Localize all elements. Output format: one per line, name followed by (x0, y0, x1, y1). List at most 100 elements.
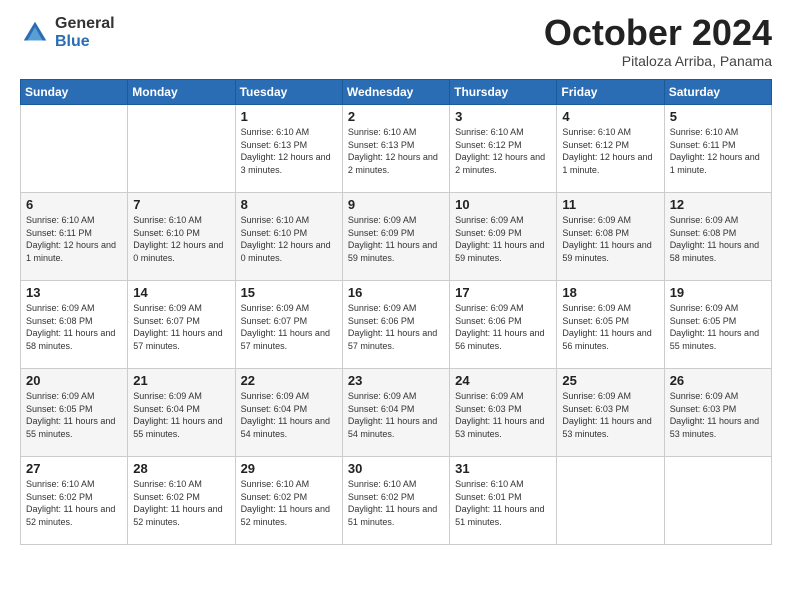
day-number: 22 (241, 373, 337, 388)
day-info: Sunrise: 6:09 AM Sunset: 6:09 PM Dayligh… (455, 214, 551, 264)
day-info: Sunrise: 6:09 AM Sunset: 6:03 PM Dayligh… (670, 390, 766, 440)
day-number: 21 (133, 373, 229, 388)
day-number: 8 (241, 197, 337, 212)
day-info: Sunrise: 6:10 AM Sunset: 6:13 PM Dayligh… (348, 126, 444, 176)
title-block: October 2024 Pitaloza Arriba, Panama (544, 15, 772, 69)
calendar-empty-cell (664, 457, 771, 545)
day-number: 16 (348, 285, 444, 300)
logo-icon (20, 18, 50, 48)
day-number: 12 (670, 197, 766, 212)
calendar-day-14: 14 Sunrise: 6:09 AM Sunset: 6:07 PM Dayli… (128, 281, 235, 369)
calendar-day-28: 28 Sunrise: 6:10 AM Sunset: 6:02 PM Dayli… (128, 457, 235, 545)
calendar-day-27: 27 Sunrise: 6:10 AM Sunset: 6:02 PM Dayli… (21, 457, 128, 545)
day-number: 15 (241, 285, 337, 300)
calendar-day-17: 17 Sunrise: 6:09 AM Sunset: 6:06 PM Dayli… (450, 281, 557, 369)
calendar-week-row: 6 Sunrise: 6:10 AM Sunset: 6:11 PM Daylig… (21, 193, 772, 281)
day-number: 10 (455, 197, 551, 212)
day-number: 2 (348, 109, 444, 124)
day-number: 20 (26, 373, 122, 388)
calendar-week-row: 27 Sunrise: 6:10 AM Sunset: 6:02 PM Dayli… (21, 457, 772, 545)
calendar-day-21: 21Sunrise: 6:09 AM Sunset: 6:04 PM Dayli… (128, 369, 235, 457)
logo: General Blue (20, 15, 115, 50)
calendar-day-20: 20 Sunrise: 6:09 AM Sunset: 6:05 PM Dayli… (21, 369, 128, 457)
day-info: Sunrise: 6:09 AM Sunset: 6:07 PM Dayligh… (133, 302, 229, 352)
weekday-header-row: SundayMondayTuesdayWednesdayThursdayFrid… (21, 80, 772, 105)
day-number: 24 (455, 373, 551, 388)
header: General Blue October 2024 Pitaloza Arrib… (20, 15, 772, 69)
day-info: Sunrise: 6:09 AM Sunset: 6:08 PM Dayligh… (26, 302, 122, 352)
calendar-week-row: 1 Sunrise: 6:10 AM Sunset: 6:13 PM Daylig… (21, 105, 772, 193)
weekday-header-sunday: Sunday (21, 80, 128, 105)
day-number: 11 (562, 197, 658, 212)
day-info: Sunrise: 6:09 AM Sunset: 6:08 PM Dayligh… (562, 214, 658, 264)
weekday-header-saturday: Saturday (664, 80, 771, 105)
weekday-header-tuesday: Tuesday (235, 80, 342, 105)
day-info: Sunrise: 6:10 AM Sunset: 6:10 PM Dayligh… (133, 214, 229, 264)
calendar-table: SundayMondayTuesdayWednesdayThursdayFrid… (20, 79, 772, 545)
day-number: 19 (670, 285, 766, 300)
day-number: 5 (670, 109, 766, 124)
page: General Blue October 2024 Pitaloza Arrib… (0, 0, 792, 612)
calendar-empty-cell (557, 457, 664, 545)
day-number: 31 (455, 461, 551, 476)
calendar-day-22: 22 Sunrise: 6:09 AM Sunset: 6:04 PM Dayli… (235, 369, 342, 457)
calendar-empty-cell (128, 105, 235, 193)
day-number: 28 (133, 461, 229, 476)
day-number: 26 (670, 373, 766, 388)
weekday-header-wednesday: Wednesday (342, 80, 449, 105)
day-info: Sunrise: 6:10 AM Sunset: 6:11 PM Dayligh… (26, 214, 122, 264)
calendar-day-9: 9Sunrise: 6:09 AM Sunset: 6:09 PM Daylig… (342, 193, 449, 281)
calendar-day-12: 12 Sunrise: 6:09 AM Sunset: 6:08 PM Dayli… (664, 193, 771, 281)
day-info: Sunrise: 6:09 AM Sunset: 6:04 PM Dayligh… (348, 390, 444, 440)
month-title: October 2024 (544, 15, 772, 51)
day-info: Sunrise: 6:10 AM Sunset: 6:12 PM Dayligh… (562, 126, 658, 176)
calendar-day-2: 2 Sunrise: 6:10 AM Sunset: 6:13 PM Daylig… (342, 105, 449, 193)
calendar-body: 1 Sunrise: 6:10 AM Sunset: 6:13 PM Daylig… (21, 105, 772, 545)
logo-text: General Blue (55, 15, 115, 50)
day-info: Sunrise: 6:09 AM Sunset: 6:07 PM Dayligh… (241, 302, 337, 352)
calendar-day-3: 3Sunrise: 6:10 AM Sunset: 6:12 PM Daylig… (450, 105, 557, 193)
location-subtitle: Pitaloza Arriba, Panama (544, 53, 772, 69)
day-info: Sunrise: 6:09 AM Sunset: 6:06 PM Dayligh… (455, 302, 551, 352)
day-number: 9 (348, 197, 444, 212)
day-number: 13 (26, 285, 122, 300)
day-info: Sunrise: 6:10 AM Sunset: 6:02 PM Dayligh… (26, 478, 122, 528)
calendar-day-23: 23Sunrise: 6:09 AM Sunset: 6:04 PM Dayli… (342, 369, 449, 457)
day-number: 17 (455, 285, 551, 300)
calendar-day-15: 15 Sunrise: 6:09 AM Sunset: 6:07 PM Dayli… (235, 281, 342, 369)
day-info: Sunrise: 6:09 AM Sunset: 6:03 PM Dayligh… (562, 390, 658, 440)
weekday-header-monday: Monday (128, 80, 235, 105)
day-info: Sunrise: 6:09 AM Sunset: 6:05 PM Dayligh… (26, 390, 122, 440)
day-number: 29 (241, 461, 337, 476)
day-info: Sunrise: 6:10 AM Sunset: 6:01 PM Dayligh… (455, 478, 551, 528)
day-number: 1 (241, 109, 337, 124)
logo-blue-text: Blue (55, 33, 115, 51)
calendar-day-4: 4 Sunrise: 6:10 AM Sunset: 6:12 PM Daylig… (557, 105, 664, 193)
calendar-day-5: 5 Sunrise: 6:10 AM Sunset: 6:11 PM Daylig… (664, 105, 771, 193)
day-number: 30 (348, 461, 444, 476)
calendar-day-31: 31 Sunrise: 6:10 AM Sunset: 6:01 PM Dayli… (450, 457, 557, 545)
day-info: Sunrise: 6:10 AM Sunset: 6:11 PM Dayligh… (670, 126, 766, 176)
day-number: 25 (562, 373, 658, 388)
day-number: 18 (562, 285, 658, 300)
calendar-day-29: 29Sunrise: 6:10 AM Sunset: 6:02 PM Dayli… (235, 457, 342, 545)
calendar-empty-cell (21, 105, 128, 193)
day-number: 3 (455, 109, 551, 124)
day-number: 14 (133, 285, 229, 300)
calendar-day-8: 8 Sunrise: 6:10 AM Sunset: 6:10 PM Daylig… (235, 193, 342, 281)
weekday-header-friday: Friday (557, 80, 664, 105)
calendar-day-7: 7Sunrise: 6:10 AM Sunset: 6:10 PM Daylig… (128, 193, 235, 281)
day-info: Sunrise: 6:10 AM Sunset: 6:10 PM Dayligh… (241, 214, 337, 264)
calendar-day-1: 1Sunrise: 6:10 AM Sunset: 6:13 PM Daylig… (235, 105, 342, 193)
calendar-week-row: 20 Sunrise: 6:09 AM Sunset: 6:05 PM Dayli… (21, 369, 772, 457)
day-number: 4 (562, 109, 658, 124)
day-info: Sunrise: 6:09 AM Sunset: 6:04 PM Dayligh… (241, 390, 337, 440)
day-number: 6 (26, 197, 122, 212)
day-info: Sunrise: 6:09 AM Sunset: 6:08 PM Dayligh… (670, 214, 766, 264)
day-info: Sunrise: 6:10 AM Sunset: 6:02 PM Dayligh… (133, 478, 229, 528)
calendar-day-16: 16Sunrise: 6:09 AM Sunset: 6:06 PM Dayli… (342, 281, 449, 369)
weekday-header-thursday: Thursday (450, 80, 557, 105)
day-info: Sunrise: 6:09 AM Sunset: 6:05 PM Dayligh… (670, 302, 766, 352)
calendar-day-11: 11 Sunrise: 6:09 AM Sunset: 6:08 PM Dayli… (557, 193, 664, 281)
day-number: 27 (26, 461, 122, 476)
